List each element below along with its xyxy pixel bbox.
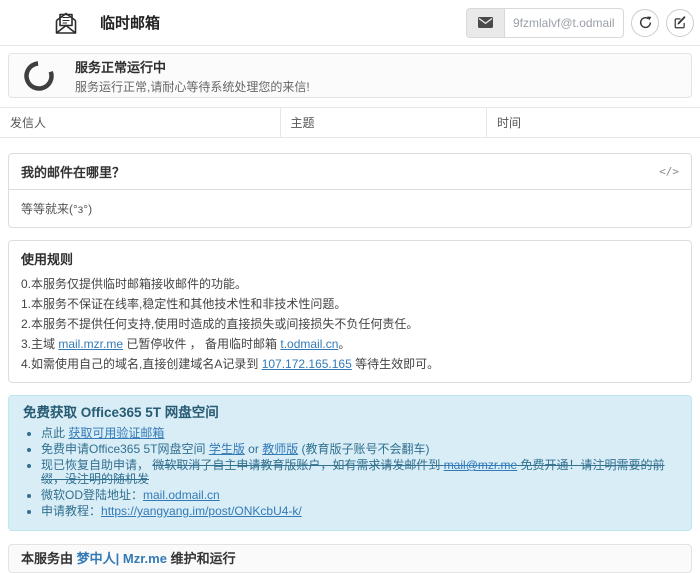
inbox-table: 发信人 主题 时间 — [0, 107, 700, 138]
inline-text: 1.本服务不保证在线率,稳定性和其他技术性和非技术性问题。 — [21, 297, 346, 311]
promo-bullet: 点此 获取可用验证邮箱 — [41, 426, 677, 440]
usage-rules-card: 使用规则 0.本服务仅提供临时邮箱接收邮件的功能。 1.本服务不保证在线率,稳定… — [8, 240, 692, 383]
inline-link[interactable]: 梦中人| Mzr.me — [77, 551, 167, 566]
inline-text: 3.主域 — [21, 337, 58, 351]
edit-email-button[interactable] — [666, 9, 694, 37]
inline-link[interactable]: mail.mzr.me — [58, 337, 123, 351]
inline-link[interactable]: t.odmail.cn — [280, 337, 338, 351]
topbar-actions — [466, 8, 694, 38]
inline-link[interactable]: 获取可用验证邮箱 — [68, 426, 164, 440]
inline-text: 微软OD登陆地址： — [41, 488, 143, 502]
inline-text: 维护和运行 — [167, 551, 236, 566]
rule-line: 2.本服务不提供任何支持,使用时造成的直接损失或间接损失不负任何责任。 — [21, 317, 679, 332]
status-subtitle: 服务运行正常,请耐心等待系统处理您的来信! — [75, 78, 310, 95]
inline-text: 已暂停收件 ， 备用临时邮箱 — [123, 337, 280, 351]
column-header-time: 时间 — [487, 108, 700, 138]
promo-bullet: 微软OD登陆地址：mail.odmail.cn — [41, 488, 677, 502]
inline-text: 申请教程： — [41, 504, 101, 518]
status-text-block: 服务正常运行中 服务运行正常,请耐心等待系统处理您的来信! — [75, 57, 310, 95]
loading-spinner-icon — [23, 60, 55, 92]
promo-bullet: 申请教程：https://yangyang.im/post/ONKcbU4-k/ — [41, 504, 677, 518]
inline-text: 0.本服务仅提供临时邮箱接收邮件的功能。 — [21, 277, 247, 291]
inline-link[interactable]: mail@mzr.me — [444, 458, 518, 472]
refresh-button[interactable] — [631, 9, 659, 37]
open-envelope-logo-icon — [52, 10, 80, 36]
rule-line: 1.本服务不保证在线率,稳定性和其他技术性和非技术性问题。 — [21, 297, 679, 312]
inline-text: 2.本服务不提供任何支持,使用时造成的直接损失或间接损失不负任何责任。 — [21, 317, 418, 331]
promo-bullet: 免费申请Office365 5T网盘空间 学生版 or 教师版 (教育版子账号不… — [41, 442, 677, 456]
inbox-table-header-row: 发信人 主题 时间 — [0, 108, 700, 138]
inline-text: (教育版子账号不会翻车) — [298, 442, 429, 456]
inline-text: 微软取消了自主申请教育版账户，如有需求请发邮件到 — [152, 458, 443, 472]
inline-text: 。 — [338, 337, 350, 351]
email-input-group — [466, 8, 624, 38]
inline-text: 4.如需使用自己的域名,直接创建域名A记录到 — [21, 357, 262, 371]
code-icon: </> — [659, 165, 679, 178]
column-header-sender: 发信人 — [0, 108, 280, 138]
office365-promo-card: 免费获取 Office365 5T 网盘空间 点此 获取可用验证邮箱 免费申请O… — [8, 395, 692, 531]
column-header-subject: 主题 — [280, 108, 487, 138]
refresh-icon — [639, 16, 652, 29]
envelope-icon — [466, 8, 504, 38]
status-title: 服务正常运行中 — [75, 57, 310, 76]
usage-rules-title: 使用规则 — [21, 251, 679, 268]
where-is-mail-header: 我的邮件在哪里？ </> — [9, 154, 691, 190]
inline-text: or — [245, 442, 262, 456]
service-status-card: 服务正常运行中 服务运行正常,请耐心等待系统处理您的来信! — [8, 53, 692, 98]
pencil-square-icon — [674, 16, 687, 29]
inline-link[interactable]: mail.odmail.cn — [143, 488, 220, 502]
rule-line: 0.本服务仅提供临时邮箱接收邮件的功能。 — [21, 277, 679, 292]
promo-title: 免费获取 Office365 5T 网盘空间 — [23, 404, 677, 421]
footer: 本服务由 梦中人| Mzr.me 维护和运行 — [8, 544, 692, 573]
where-is-mail-title: 我的邮件在哪里？ — [21, 162, 125, 181]
inline-link[interactable]: 107.172.165.165 — [262, 357, 352, 371]
inline-link[interactable]: https://yangyang.im/post/ONKcbU4-k/ — [101, 504, 302, 518]
inline-text: 等待生效即可。 — [352, 357, 439, 371]
email-address-input[interactable] — [504, 8, 624, 38]
topbar: 临时邮箱 — [0, 0, 700, 46]
promo-bullet: 现已恢复自助申请， 微软取消了自主申请教育版账户，如有需求请发邮件到 mail@… — [41, 458, 677, 486]
inline-text: 点此 — [41, 426, 68, 440]
where-is-mail-body: 等等就来(°з°) — [9, 190, 691, 227]
rule-line: 3.主域 mail.mzr.me 已暂停收件 ， 备用临时邮箱 t.odmail… — [21, 337, 679, 352]
promo-list: 点此 获取可用验证邮箱 免费申请Office365 5T网盘空间 学生版 or … — [23, 426, 677, 518]
inline-text: 本服务由 — [21, 551, 77, 566]
where-is-mail-card: 我的邮件在哪里？ </> 等等就来(°з°) — [8, 153, 692, 228]
rule-line: 4.如需使用自己的域名,直接创建域名A记录到 107.172.165.165 等… — [21, 357, 679, 372]
inline-link[interactable]: 学生版 — [209, 442, 245, 456]
app-title: 临时邮箱 — [100, 12, 160, 33]
inline-link[interactable]: 教师版 — [262, 442, 298, 456]
inline-text: 现已恢复自助申请， — [41, 458, 152, 472]
inline-text: 免费申请Office365 5T网盘空间 — [41, 442, 209, 456]
